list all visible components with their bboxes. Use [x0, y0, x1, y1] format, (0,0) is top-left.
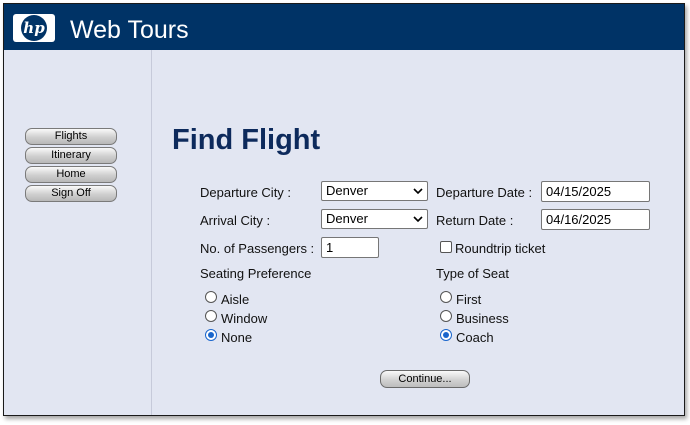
- browser-window: hp Web Tours Flights Itinerary Home Sign…: [3, 3, 685, 416]
- seating-preference-label: Seating Preference: [200, 266, 312, 281]
- seating-window-radio[interactable]: [205, 310, 217, 322]
- hp-logo: hp: [13, 14, 55, 42]
- type-of-seat-label: Type of Seat: [436, 266, 509, 281]
- sidebar-item-home[interactable]: Home: [25, 166, 117, 183]
- seat-coach-radio[interactable]: [440, 329, 452, 341]
- seating-none-radio[interactable]: [205, 329, 217, 341]
- passengers-label: No. of Passengers :: [200, 241, 315, 256]
- seat-business-radio[interactable]: [440, 310, 452, 322]
- departure-date-input[interactable]: 04/15/2025: [541, 181, 650, 202]
- seat-coach-label: Coach: [456, 330, 494, 345]
- continue-button[interactable]: Continue...: [380, 370, 470, 388]
- sidebar-item-flights[interactable]: Flights: [25, 128, 117, 145]
- roundtrip-label: Roundtrip ticket: [455, 241, 546, 256]
- app-title: Web Tours: [70, 16, 189, 44]
- departure-city-value: Denver: [326, 183, 368, 198]
- page-title: Find Flight: [172, 124, 321, 156]
- sidebar-item-itinerary[interactable]: Itinerary: [25, 147, 117, 164]
- seat-business-label: Business: [456, 311, 509, 326]
- chevron-down-icon: [413, 188, 423, 195]
- passengers-input[interactable]: 1: [321, 237, 379, 258]
- arrival-city-label: Arrival City :: [200, 213, 271, 228]
- return-date-input[interactable]: 04/16/2025: [541, 209, 650, 230]
- departure-city-select[interactable]: Denver: [321, 181, 428, 201]
- seating-window-label: Window: [221, 311, 268, 326]
- departure-date-label: Departure Date :: [436, 185, 533, 200]
- roundtrip-checkbox[interactable]: [440, 241, 452, 253]
- seating-aisle-label: Aisle: [221, 292, 250, 307]
- seat-first-radio[interactable]: [440, 291, 452, 303]
- seating-aisle-radio[interactable]: [205, 291, 217, 303]
- seating-none-label: None: [221, 330, 253, 345]
- chevron-down-icon: [413, 216, 423, 223]
- sidebar: Flights Itinerary Home Sign Off: [4, 50, 152, 415]
- arrival-city-value: Denver: [326, 211, 368, 226]
- departure-city-label: Departure City :: [200, 185, 292, 200]
- sidebar-item-sign-off[interactable]: Sign Off: [25, 185, 117, 202]
- return-date-label: Return Date :: [436, 213, 514, 228]
- arrival-city-select[interactable]: Denver: [321, 209, 428, 229]
- seat-first-label: First: [456, 292, 482, 307]
- header-bar: hp Web Tours: [4, 4, 684, 50]
- hp-logo-mark: hp: [21, 15, 47, 41]
